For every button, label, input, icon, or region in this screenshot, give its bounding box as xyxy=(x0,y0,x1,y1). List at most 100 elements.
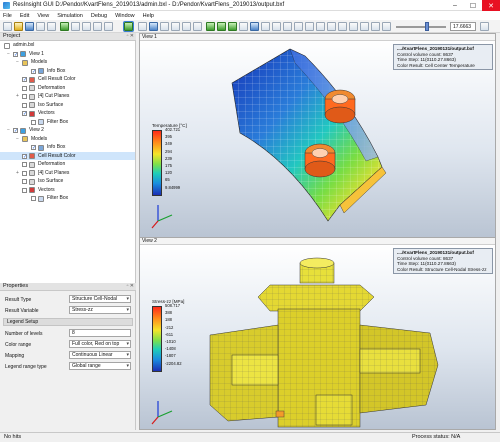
view-2[interactable]: View 2 ..../KvartFlens_20190131/output.b… xyxy=(139,237,496,430)
tree-checkbox[interactable]: ✓ xyxy=(31,145,36,151)
tree-checkbox[interactable] xyxy=(31,119,36,125)
faults-icon[interactable] xyxy=(239,22,248,31)
tree-item[interactable]: − ✓ View 2 xyxy=(0,126,135,135)
mesh-icon[interactable] xyxy=(206,22,215,31)
collapse-icon[interactable]: − xyxy=(15,136,20,142)
view-bottom-icon[interactable] xyxy=(193,22,202,31)
tree-item[interactable]: Vectors xyxy=(0,186,135,195)
surface-icon[interactable] xyxy=(217,22,226,31)
maximize-button[interactable]: ☐ xyxy=(464,0,482,11)
result-type-select[interactable]: Structure Cell-Nodal ▾ xyxy=(69,295,131,303)
tree-checkbox[interactable] xyxy=(22,162,27,167)
tree-checkbox[interactable]: ✓ xyxy=(13,128,18,134)
tree-item[interactable]: Filter Box xyxy=(0,118,135,127)
color-range-select[interactable]: Full color, Red on top ▾ xyxy=(69,340,131,348)
tree-item[interactable]: − Models xyxy=(0,58,135,67)
view-right-icon[interactable] xyxy=(171,22,180,31)
perspective-icon[interactable] xyxy=(294,22,303,31)
expand-icon[interactable]: + xyxy=(15,94,20,99)
menu-file[interactable]: File xyxy=(3,13,12,19)
import-icon[interactable] xyxy=(36,22,45,31)
tree-checkbox[interactable] xyxy=(22,170,27,176)
view-left-icon[interactable] xyxy=(160,22,169,31)
legend-icon[interactable] xyxy=(272,22,281,31)
tree-item[interactable]: + [4] Cut Planes xyxy=(0,92,135,101)
dropdown-arrow-icon[interactable] xyxy=(480,22,489,31)
tree-checkbox[interactable] xyxy=(22,85,27,91)
animation-last-icon[interactable] xyxy=(360,22,369,31)
collapse-icon[interactable]: − xyxy=(15,60,20,65)
mapping-select[interactable]: Continuous Linear ▾ xyxy=(69,351,131,359)
tree-checkbox[interactable] xyxy=(31,196,36,201)
tree-checkbox[interactable] xyxy=(22,102,27,108)
timestep-slider-thumb[interactable] xyxy=(425,22,429,31)
menu-window[interactable]: Window xyxy=(115,13,135,19)
animation-first-icon[interactable] xyxy=(327,22,336,31)
tree-checkbox[interactable]: ✓ xyxy=(13,51,18,57)
tree-checkbox[interactable] xyxy=(22,187,27,193)
animation-speed-icon[interactable] xyxy=(382,22,391,31)
view-top-icon[interactable] xyxy=(182,22,191,31)
view-back-icon[interactable] xyxy=(149,22,158,31)
tree-item[interactable]: Deformation xyxy=(0,84,135,93)
tree-item[interactable]: Filter Box xyxy=(0,194,135,203)
view-1-tab[interactable]: View 1 xyxy=(140,34,495,41)
paste-icon[interactable] xyxy=(93,22,102,31)
tree-item[interactable]: Iso Surface xyxy=(0,177,135,186)
tree-item[interactable]: admin.bxl xyxy=(0,41,135,50)
tree-checkbox[interactable] xyxy=(22,94,27,99)
expand-icon[interactable]: + xyxy=(15,170,20,176)
range-type-select[interactable]: Global range ▾ xyxy=(69,362,131,370)
view-2-tab[interactable]: View 2 xyxy=(140,238,495,245)
tree-checkbox[interactable]: ✓ xyxy=(22,153,27,159)
properties-header-buttons[interactable]: ▫ ✕ xyxy=(127,283,134,290)
collapse-icon[interactable]: − xyxy=(6,128,11,133)
timestep-slider[interactable] xyxy=(396,26,446,28)
menu-simulation[interactable]: Simulation xyxy=(57,13,83,19)
menu-edit[interactable]: Edit xyxy=(20,13,29,19)
animation-play-icon[interactable] xyxy=(338,22,347,31)
menu-view[interactable]: View xyxy=(37,13,49,19)
menu-help[interactable]: Help xyxy=(143,13,154,19)
minimize-button[interactable]: – xyxy=(446,0,464,11)
snapshot-icon[interactable] xyxy=(71,22,80,31)
view-active-icon[interactable] xyxy=(123,21,134,32)
tree-item[interactable]: Iso Surface xyxy=(0,101,135,110)
tree-item[interactable]: − Models xyxy=(0,135,135,144)
tree-item[interactable]: ✓ Cell Result Color xyxy=(0,151,135,160)
tree-checkbox[interactable]: ✓ xyxy=(22,77,27,83)
new-icon[interactable] xyxy=(3,22,12,31)
result-variable-select[interactable]: Stress-zz ▾ xyxy=(69,306,131,314)
tree-checkbox[interactable]: ✓ xyxy=(22,111,27,117)
scale-icon[interactable] xyxy=(261,22,270,31)
animation-repeat-icon[interactable] xyxy=(371,22,380,31)
project-header-buttons[interactable]: ▫ ✕ xyxy=(127,33,134,40)
view-1[interactable]: View 1 ..../KvartFlens_20190131/output.b… xyxy=(139,33,496,239)
save-icon[interactable] xyxy=(25,22,34,31)
tree-checkbox[interactable]: ✓ xyxy=(31,68,36,74)
project-tree[interactable]: admin.bxl − ✓ View 1− Models ✓ Info Box ✓ Cell R… xyxy=(0,41,136,283)
collapse-icon[interactable]: − xyxy=(6,51,11,57)
timestep-select[interactable]: 17.6663 xyxy=(450,22,476,31)
tree-checkbox[interactable] xyxy=(22,179,27,184)
view-front-icon[interactable] xyxy=(138,22,147,31)
tree-item[interactable]: ✓ Vectors xyxy=(0,109,135,118)
background-icon[interactable] xyxy=(316,22,325,31)
legend-setup-section[interactable]: Legend Setup xyxy=(3,318,133,326)
levels-input[interactable]: 8 xyxy=(69,329,131,337)
axis-icon[interactable] xyxy=(283,22,292,31)
tree-item[interactable]: + [4] Cut Planes xyxy=(0,169,135,178)
view-1-canvas[interactable]: ..../KvartFlens_20190131/output.bxf Cont… xyxy=(140,41,495,238)
tree-item[interactable]: Deformation xyxy=(0,160,135,169)
run-icon[interactable] xyxy=(60,22,69,31)
animation-stop-icon[interactable] xyxy=(349,22,358,31)
zoom-all-icon[interactable] xyxy=(250,22,259,31)
lighting-icon[interactable] xyxy=(305,22,314,31)
open-icon[interactable] xyxy=(14,22,23,31)
settings-icon[interactable] xyxy=(104,22,113,31)
copy-icon[interactable] xyxy=(82,22,91,31)
tree-item[interactable]: ✓ Info Box xyxy=(0,143,135,152)
menu-debug[interactable]: Debug xyxy=(91,13,107,19)
tree-item[interactable]: − ✓ View 1 xyxy=(0,50,135,59)
tree-item[interactable]: ✓ Cell Result Color xyxy=(0,75,135,84)
